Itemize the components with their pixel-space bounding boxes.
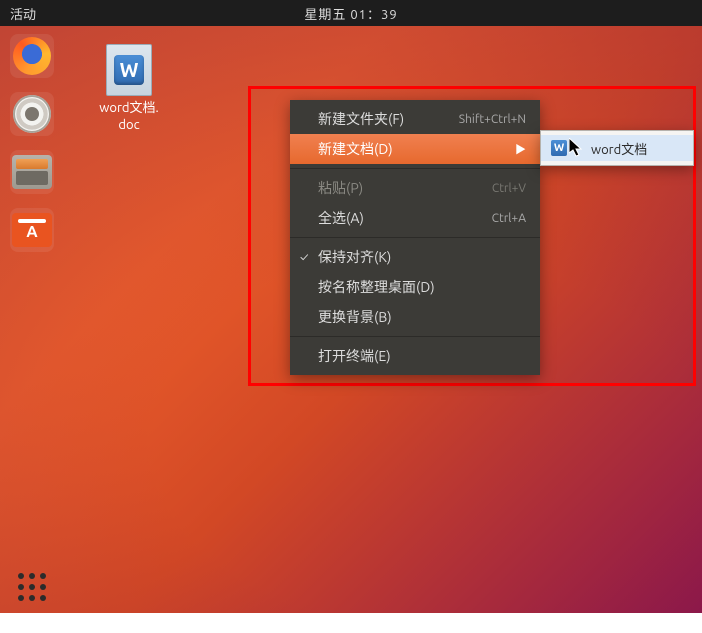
shopping-bag-icon xyxy=(12,213,52,247)
menu-separator xyxy=(290,237,540,238)
firefox-icon xyxy=(13,37,51,75)
launcher-files[interactable] xyxy=(10,150,54,194)
speaker-icon xyxy=(13,95,51,133)
submenu-word-doc[interactable]: W word文档 xyxy=(541,135,693,161)
menu-separator xyxy=(290,336,540,337)
check-icon: ✓ xyxy=(300,251,308,264)
launcher-software[interactable] xyxy=(10,208,54,252)
word-icon: W xyxy=(551,140,567,156)
menu-new-document[interactable]: 新建文档(D) ▶ xyxy=(290,134,540,164)
doc-thumbnail: W xyxy=(106,44,152,96)
clock[interactable]: 星期五 01：39 xyxy=(304,4,397,23)
menu-organize-by-name[interactable]: 按名称整理桌面(D) xyxy=(290,272,540,302)
show-applications-button[interactable] xyxy=(0,573,64,601)
menu-select-all[interactable]: 全选(A) Ctrl+A xyxy=(290,203,540,233)
activities-button[interactable]: 活动 xyxy=(10,4,36,23)
desktop-file-label: word文档. doc xyxy=(85,100,173,134)
launcher-rhythmbox[interactable] xyxy=(10,92,54,136)
grid-icon xyxy=(18,573,46,601)
menu-open-terminal[interactable]: 打开终端(E) xyxy=(290,341,540,371)
cursor-icon xyxy=(569,138,585,158)
drawer-icon xyxy=(12,155,52,189)
new-document-submenu: W word文档 xyxy=(540,130,694,166)
menu-change-background[interactable]: 更换背景(B) xyxy=(290,302,540,332)
menu-separator xyxy=(290,168,540,169)
menu-keep-aligned[interactable]: ✓ 保持对齐(K) xyxy=(290,242,540,272)
menu-new-folder[interactable]: 新建文件夹(F) Shift+Ctrl+N xyxy=(290,104,540,134)
word-icon: W xyxy=(114,55,144,85)
menu-paste: 粘贴(P) Ctrl+V xyxy=(290,173,540,203)
desktop[interactable]: W word文档. doc 新建文件夹(F) Shift+Ctrl+N 新建文档… xyxy=(0,26,702,613)
desktop-context-menu: 新建文件夹(F) Shift+Ctrl+N 新建文档(D) ▶ 粘贴(P) Ct… xyxy=(290,100,540,375)
page-margin xyxy=(0,613,702,633)
submenu-arrow-icon: ▶ xyxy=(515,141,526,157)
launcher-firefox[interactable] xyxy=(10,34,54,78)
submenu-item-label: word文档 xyxy=(591,139,647,158)
launcher-dock xyxy=(0,26,64,613)
desktop-file-icon[interactable]: W word文档. doc xyxy=(85,44,173,134)
top-bar: 活动 星期五 01：39 xyxy=(0,0,702,26)
